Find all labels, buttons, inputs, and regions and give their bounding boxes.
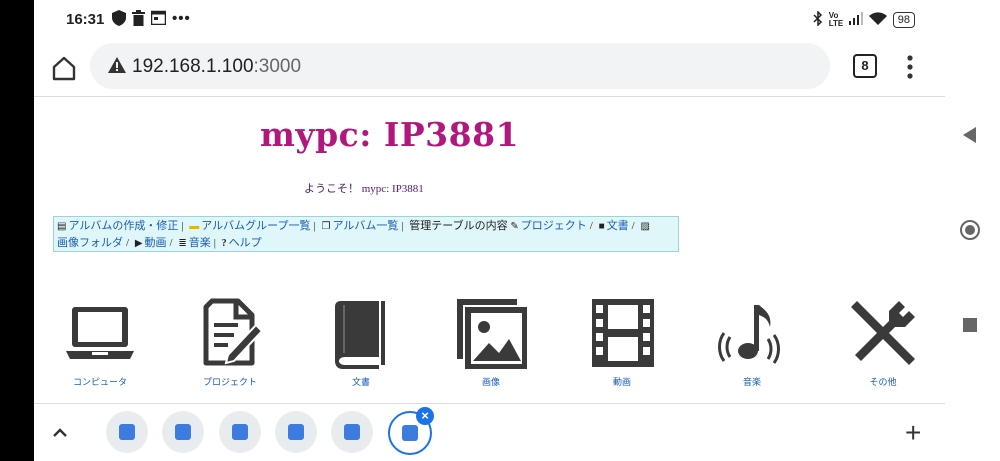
status-bar: 16:31 ••• Vo LTE 98 (34, 0, 945, 40)
tools-icon (851, 301, 915, 365)
music-icon: ≣ (178, 238, 187, 249)
project-icon: ✎ (510, 221, 519, 232)
video-icon: ▶ (134, 238, 143, 249)
album-edit-icon: ▤ (57, 221, 67, 232)
more-vert-icon (907, 55, 913, 79)
separator: | (213, 237, 216, 249)
image-icon: ▨ (640, 221, 650, 232)
tile-project[interactable]: プロジェクト (165, 297, 295, 388)
tab-thumbnail-active[interactable]: × (388, 407, 434, 455)
home-button[interactable] (48, 52, 80, 84)
home-icon (52, 56, 76, 81)
separator: / (169, 237, 173, 249)
trash-icon (132, 10, 145, 30)
tile-video[interactable]: 動画 (557, 297, 687, 388)
favicon-icon (344, 424, 360, 440)
separator: / (126, 237, 130, 249)
tile-computer[interactable]: コンピュータ (35, 297, 165, 388)
browser-toolbar: 192.168.1.100:3000 8 (34, 40, 945, 97)
favicon-icon (288, 424, 304, 440)
menu-project[interactable]: プロジェクト (521, 220, 587, 232)
phone-screen: 16:31 ••• Vo LTE 98 192.168.1.100:3000 8… (34, 0, 945, 461)
tile-label: 動画 (612, 377, 631, 387)
welcome-text: ようこそ！ mypc: IP3881 (304, 183, 424, 195)
album-list-icon: ❐ (321, 221, 331, 232)
system-nav-bar (945, 0, 1000, 461)
film-icon (592, 299, 654, 367)
battery-icon: 98 (892, 12, 915, 28)
tile-label: プロジェクト (202, 377, 257, 387)
url-host: 192.168.1.100 (132, 56, 254, 77)
category-tiles: コンピュータ プロジェクト 文書 画像 動画 音楽 その他 (34, 297, 945, 403)
shield-icon (112, 10, 126, 30)
images-icon (457, 299, 527, 369)
separator: | (181, 220, 184, 232)
page-title: mypc: IP3881 (260, 115, 520, 154)
tab-thumbnail[interactable] (275, 411, 317, 453)
music-icon (718, 305, 780, 364)
tile-other[interactable]: その他 (818, 297, 945, 388)
more-dots-icon: ••• (172, 10, 191, 27)
tile-label: その他 (869, 377, 897, 387)
recent-apps-icon[interactable] (963, 318, 977, 332)
menu-album-groups[interactable]: アルバムグループ一覧 (201, 220, 310, 232)
tile-label: 画像 (481, 377, 500, 387)
menu-music[interactable]: 音楽 (189, 237, 211, 249)
address-bar[interactable]: 192.168.1.100:3000 (90, 43, 830, 89)
favicon-icon (175, 424, 191, 440)
tile-label: 音楽 (742, 377, 761, 387)
url-text: 192.168.1.100:3000 (132, 56, 301, 78)
status-icons-right: Vo LTE 98 (813, 10, 915, 29)
separator: | (313, 220, 316, 232)
tile-music[interactable]: 音楽 (687, 297, 817, 388)
menu-video[interactable]: 動画 (145, 237, 167, 249)
tile-label: 文書 (351, 377, 370, 387)
close-tab-icon[interactable]: × (416, 407, 434, 425)
warning-icon (108, 57, 126, 78)
back-icon[interactable] (963, 127, 976, 143)
separator: / (589, 220, 593, 232)
signal-icon (848, 12, 863, 28)
help-icon: ? (221, 238, 227, 249)
menu-admin-table: 管理テーブルの内容 (409, 220, 508, 232)
url-port: :3000 (253, 56, 302, 77)
favicon-icon (402, 425, 418, 441)
menu-documents[interactable]: 文書 (607, 220, 629, 232)
document-edit-icon (203, 298, 264, 366)
tab-thumbnail[interactable] (162, 411, 204, 453)
separator: / (631, 220, 635, 232)
laptop-icon (66, 307, 134, 359)
new-tab-button[interactable]: + (905, 417, 921, 449)
home-circle-icon[interactable] (960, 220, 980, 240)
wifi-icon (868, 11, 887, 29)
favicon-icon (119, 424, 135, 440)
tile-documents[interactable]: 文書 (296, 297, 426, 388)
folder-icon: ▬ (189, 221, 200, 232)
favicon-icon (232, 424, 248, 440)
status-icons-left: ••• (112, 10, 191, 30)
tile-images[interactable]: 画像 (426, 297, 556, 388)
book-icon (335, 301, 385, 369)
menu-album-edit[interactable]: アルバムの作成・修正 (68, 220, 178, 232)
chevron-up-icon[interactable] (52, 422, 68, 443)
tile-label: コンピュータ (72, 377, 127, 387)
tab-thumbnail[interactable] (331, 411, 373, 453)
nav-menu: ▤ アルバムの作成・修正 | ▬ アルバムグループ一覧 | ❐ アルバム一覧 | 管理テーブ… (53, 216, 679, 252)
tab-thumbnail[interactable] (106, 411, 148, 453)
menu-album-list[interactable]: アルバム一覧 (332, 220, 398, 232)
book-icon: ■ (598, 221, 605, 232)
tab-strip: × + (34, 403, 945, 461)
tab-switcher-button[interactable]: 8 (853, 54, 877, 78)
overflow-menu-button[interactable] (906, 54, 914, 80)
menu-help[interactable]: ヘルプ (229, 237, 262, 249)
calendar-icon (150, 10, 167, 30)
menu-image-folder[interactable]: 画像フォルダ (57, 237, 123, 249)
status-time: 16:31 (66, 11, 105, 28)
web-page: mypc: IP3881 ようこそ！ mypc: IP3881 ▤ アルバムの作成… (34, 97, 945, 403)
separator: | (401, 220, 404, 232)
bluetooth-icon (813, 10, 823, 29)
tab-thumbnail[interactable] (219, 411, 261, 453)
network-label: Vo LTE (828, 11, 844, 28)
